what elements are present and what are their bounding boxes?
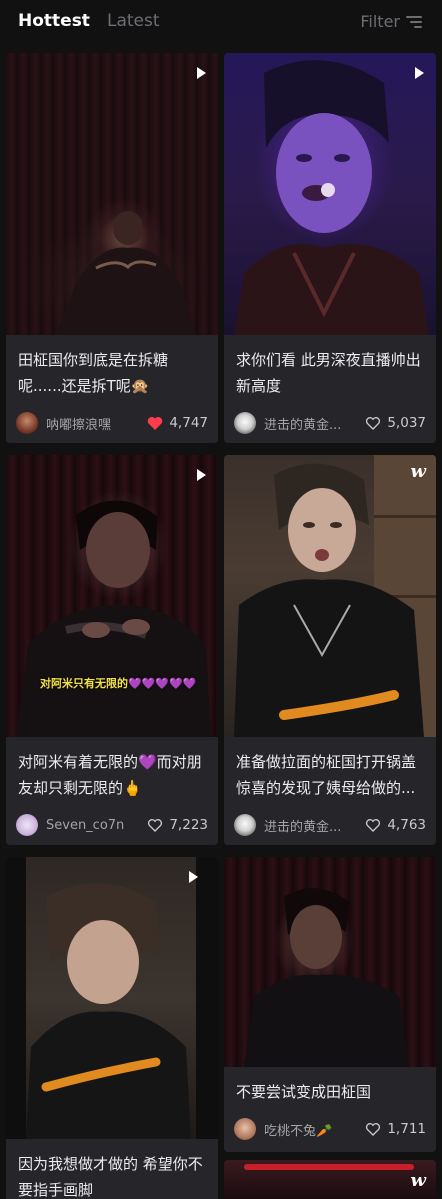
post-caption: 不要尝试变成田柾国 [236,1083,372,1101]
post-card-5[interactable]: 因为我想做才做的 希望你不要指手画脚 [6,857,218,1199]
post-thumbnail[interactable] [6,455,218,737]
video-play-icon [197,67,206,79]
person-silhouette [6,857,218,1139]
filter-button[interactable]: Filter [360,12,422,31]
person-silhouette [56,211,196,335]
like-button[interactable]: 1,711 [365,1121,426,1137]
post-card-6[interactable]: 不要尝试变成田柾国 吃桃不兔🥕 1,711 [224,857,436,1152]
post-card-7[interactable]: w [224,1160,436,1199]
like-count: 4,763 [387,817,426,833]
video-play-icon [415,67,424,79]
video-play-icon [189,871,198,883]
like-button[interactable]: 5,037 [365,415,426,431]
post-card-1[interactable]: 田柾国你到底是在拆糖呢......还是拆T呢🙊 呐嘟擦浪嘿 4,747 [6,53,218,443]
like-button[interactable]: 4,763 [365,817,426,833]
post-meta: 呐嘟擦浪嘿 4,747 [16,411,208,435]
post-thumbnail[interactable] [6,857,218,1139]
like-count: 5,037 [387,415,426,431]
person-silhouette [244,888,409,1067]
watermark-logo: w [410,1170,427,1191]
post-thumbnail[interactable]: w [224,455,436,737]
post-caption: 准备做拉面的柾国打开锅盖惊喜的发现了姨母给做的... [236,753,417,797]
post-thumbnail[interactable] [224,857,436,1067]
filter-label: Filter [360,12,400,31]
person-silhouette [234,60,429,335]
post-caption: 因为我想做才做的 希望你不要指手画脚 [18,1155,203,1199]
author-name[interactable]: Seven_co7n [46,818,147,833]
post-caption: 求你们看 此男深夜直播帅出新高度 [236,351,421,395]
heart-outline-icon [366,819,381,832]
author-avatar[interactable] [16,412,38,434]
post-thumbnail[interactable] [6,53,218,335]
like-count: 7,223 [169,817,208,833]
author-name[interactable]: 进击的黄金... [264,414,365,433]
heart-outline-icon [366,417,381,430]
post-caption: 对阿米有着无限的💜而对朋友却只剩无限的🖕 [18,753,202,797]
person-silhouette [16,500,211,737]
like-button[interactable]: 7,223 [147,817,208,833]
post-meta: 进击的黄金... 4,763 [234,813,426,837]
post-meta: 进击的黄金... 5,037 [234,411,426,435]
filter-lines-icon [406,15,422,28]
watermark-logo: w [410,461,427,482]
heart-filled-icon [148,416,163,430]
post-meta: Seven_co7n 7,223 [16,813,208,837]
thumbnail-strip [244,1164,414,1170]
heart-outline-icon [366,1123,381,1136]
post-meta: 吃桃不兔🥕 1,711 [234,1117,426,1141]
post-caption: 田柾国你到底是在拆糖呢......还是拆T呢🙊 [18,351,169,395]
tab-hottest[interactable]: Hottest [18,11,90,31]
video-subtitle-overlay: 对阿米只有无限的💜💜💜💜💜 [40,677,197,690]
author-avatar[interactable] [234,814,256,836]
tab-latest[interactable]: Latest [107,11,160,31]
post-card-3[interactable]: 对阿米只有无限的💜💜💜💜💜 对阿米有着无限的💜而对朋友却只剩无限的🖕 Seven… [6,455,218,845]
like-button[interactable]: 4,747 [147,415,208,431]
post-thumbnail[interactable] [224,53,436,335]
post-card-2[interactable]: 求你们看 此男深夜直播帅出新高度 进击的黄金... 5,037 [224,53,436,443]
author-name[interactable]: 吃桃不兔🥕 [264,1120,365,1139]
top-bar: Hottest Latest Filter [0,0,442,46]
author-avatar[interactable] [234,1118,256,1140]
heart-outline-icon [148,819,163,832]
like-count: 4,747 [169,415,208,431]
author-name[interactable]: 呐嘟擦浪嘿 [46,414,147,433]
author-avatar[interactable] [234,412,256,434]
like-count: 1,711 [387,1121,426,1137]
person-silhouette [234,455,436,737]
post-card-4[interactable]: w 准备做拉面的柾国打开锅盖惊喜的发现了姨母给做的... 进击的黄金... 4,… [224,455,436,845]
video-play-icon [197,469,206,481]
author-avatar[interactable] [16,814,38,836]
author-name[interactable]: 进击的黄金... [264,816,365,835]
